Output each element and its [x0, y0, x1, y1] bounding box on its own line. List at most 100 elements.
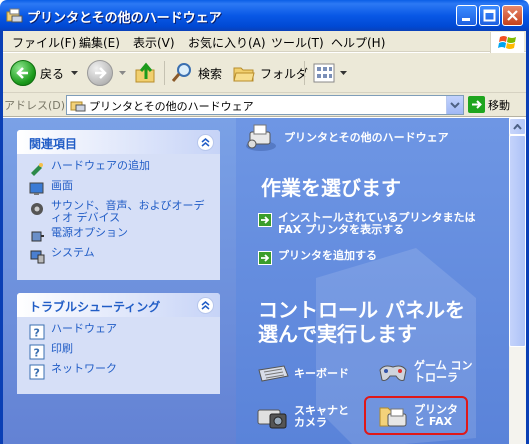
- menu-edit[interactable]: 編集(E): [79, 34, 120, 51]
- related-items-panel: 関連項目 ハードウェアの追加 画面 サウンド、音声、およびオーディオ デバイス: [17, 130, 220, 280]
- address-label: アドレス(D): [4, 99, 66, 112]
- window-frame-left: [0, 31, 3, 444]
- control-panel-heading-line1: コントロール パネルを: [258, 298, 465, 322]
- related-link-label: システム: [51, 246, 95, 259]
- troubleshoot-link-printing[interactable]: ? 印刷: [29, 343, 212, 360]
- address-bar: アドレス(D) プリンタとその他のハードウェア 移動: [0, 93, 529, 117]
- views-button[interactable]: [312, 59, 347, 87]
- windows-flag-icon: [498, 36, 516, 49]
- arrow-right-icon: [258, 251, 272, 265]
- category-label: キーボード: [294, 367, 349, 380]
- task-view-printers[interactable]: インストールされているプリンタまたは FAX プリンタを表示する: [258, 212, 478, 236]
- task-label: インストールされているプリンタまたは FAX プリンタを表示する: [278, 211, 476, 236]
- system-icon: [30, 250, 45, 264]
- hardware-wizard-icon: [31, 163, 43, 176]
- related-link-display[interactable]: 画面: [29, 180, 212, 197]
- folders-button[interactable]: フォルダ: [232, 59, 308, 87]
- up-folder-icon: [135, 62, 155, 83]
- category-game-controllers[interactable]: ゲーム コントローラ: [376, 358, 482, 386]
- help-icon: ?: [29, 324, 45, 340]
- menu-file[interactable]: ファイル(F): [12, 34, 76, 51]
- game-controller-icon: [379, 365, 407, 381]
- related-link-sound[interactable]: サウンド、音声、およびオーディオ デバイス: [29, 200, 212, 224]
- views-dropdown-icon: [340, 70, 347, 75]
- category-title: プリンタとその他のハードウェア: [284, 131, 449, 144]
- task-heading: 作業を選びます: [261, 176, 401, 200]
- back-button[interactable]: 戻る: [10, 59, 64, 87]
- forward-arrow-icon: [87, 60, 113, 86]
- category-keyboard[interactable]: キーボード: [256, 362, 349, 386]
- address-value: プリンタとその他のハードウェア: [89, 100, 254, 113]
- sound-icon: [31, 203, 43, 215]
- category-scanners-cameras[interactable]: スキャナとカメラ: [256, 402, 356, 432]
- printer-folder-icon: [6, 8, 23, 23]
- troubleshoot-link-hardware[interactable]: ? ハードウェア: [29, 323, 212, 340]
- collapse-button[interactable]: [197, 297, 214, 314]
- chevron-up-icon: [201, 301, 210, 310]
- task-pane: 関連項目 ハードウェアの追加 画面 サウンド、音声、およびオーディオ デバイス: [0, 118, 236, 444]
- related-link-add-hardware[interactable]: ハードウェアの追加: [29, 160, 212, 177]
- task-label: プリンタを追加する: [278, 249, 377, 262]
- search-icon: [171, 63, 191, 82]
- scroll-thumb[interactable]: [509, 135, 526, 347]
- related-link-label: 画面: [51, 179, 73, 192]
- menu-tools[interactable]: ツール(T): [271, 34, 324, 51]
- keyboard-icon: [258, 365, 289, 382]
- category-header: プリンタとその他のハードウェア: [244, 122, 449, 152]
- troubleshoot-link-label: 印刷: [51, 342, 73, 355]
- forward-button[interactable]: [87, 59, 113, 87]
- go-button[interactable]: 移動: [468, 96, 510, 113]
- printer-hardware-icon: [246, 124, 276, 151]
- address-dropdown-button[interactable]: [446, 96, 463, 114]
- close-icon: [507, 10, 518, 21]
- back-dropdown-icon[interactable]: [71, 71, 78, 76]
- minimize-icon: [462, 18, 470, 21]
- go-arrow-icon: [468, 96, 485, 113]
- go-label: 移動: [488, 98, 510, 112]
- views-icon: [313, 63, 335, 83]
- close-button[interactable]: [502, 5, 523, 26]
- chevron-down-icon: [450, 102, 460, 109]
- highlight-box: [364, 396, 468, 435]
- windows-logo: [490, 32, 524, 54]
- folder-icon: [233, 67, 255, 82]
- troubleshooting-panel: トラブルシューティング ? ハードウェア ? 印刷 ? ネットワーク: [17, 293, 220, 394]
- toolbar: 戻る 検索 フォルダ: [0, 53, 529, 93]
- search-label: 検索: [198, 66, 223, 81]
- svg-text:?: ?: [34, 327, 40, 340]
- category-label: スキャナとカメラ: [294, 404, 349, 429]
- maximize-button[interactable]: [479, 5, 500, 26]
- printer-folder-icon: [70, 101, 86, 112]
- forward-dropdown-icon[interactable]: [119, 71, 126, 76]
- search-button[interactable]: 検索: [170, 59, 222, 87]
- vertical-scrollbar[interactable]: [509, 118, 526, 444]
- minimize-button[interactable]: [456, 5, 477, 26]
- help-icon: ?: [29, 364, 45, 380]
- menu-bar: ファイル(F) 編集(E) 表示(V) お気に入り(A) ツール(T) ヘルプ(…: [0, 31, 529, 52]
- task-add-printer[interactable]: プリンタを追加する: [258, 250, 377, 265]
- related-link-power[interactable]: 電源オプション: [29, 227, 212, 244]
- window-title: プリンタとその他のハードウェア: [27, 11, 222, 26]
- related-link-system[interactable]: システム: [29, 247, 212, 264]
- menu-view[interactable]: 表示(V): [133, 34, 175, 51]
- troubleshoot-link-network[interactable]: ? ネットワーク: [29, 363, 212, 380]
- control-panel-heading-line2: 選んで実行します: [258, 322, 417, 346]
- related-link-label: 電源オプション: [51, 226, 128, 239]
- back-arrow-icon: [10, 60, 36, 86]
- scanner-camera-icon: [257, 409, 287, 429]
- toolbar-separator: [164, 61, 165, 85]
- scroll-up-button[interactable]: [509, 118, 526, 135]
- menu-help[interactable]: ヘルプ(H): [331, 34, 385, 51]
- title-bar[interactable]: プリンタとその他のハードウェア: [0, 0, 529, 31]
- menu-favorites[interactable]: お気に入り(A): [188, 34, 266, 51]
- collapse-button[interactable]: [197, 134, 214, 151]
- troubleshooting-header[interactable]: トラブルシューティング: [17, 293, 220, 317]
- toolbar-separator: [304, 61, 305, 85]
- address-input[interactable]: プリンタとその他のハードウェア: [66, 95, 464, 115]
- power-icon: [31, 231, 44, 242]
- up-folder-button[interactable]: [134, 59, 158, 87]
- related-items-header[interactable]: 関連項目: [17, 130, 220, 154]
- category-label: ゲーム コントローラ: [414, 359, 473, 384]
- svg-text:?: ?: [34, 367, 40, 380]
- related-link-label: ハードウェアの追加: [51, 159, 150, 172]
